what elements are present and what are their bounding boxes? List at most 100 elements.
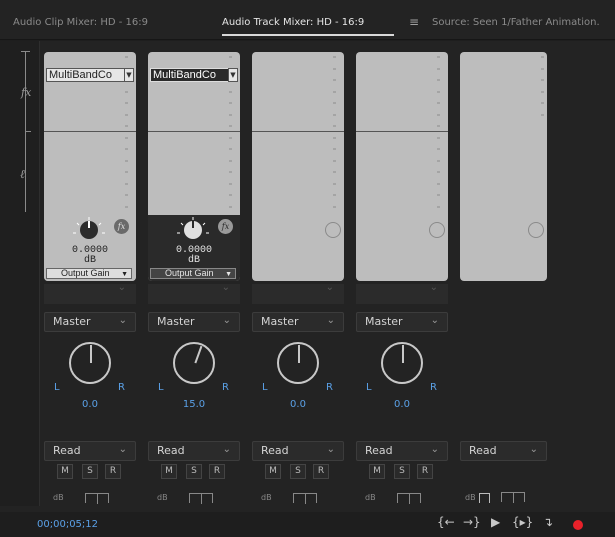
effect-bypass-circle[interactable] xyxy=(325,222,341,238)
bracket-cap xyxy=(21,51,30,52)
automation-label: Read xyxy=(469,444,497,457)
send-assignment[interactable] xyxy=(44,282,136,304)
meter-reset-icon[interactable] xyxy=(479,493,490,503)
send-assignment[interactable] xyxy=(356,282,448,304)
pan-left-label: L xyxy=(158,382,164,393)
meter-icon xyxy=(189,493,213,504)
db-label: dB xyxy=(157,493,168,502)
chevron-down-icon: ⌄ xyxy=(222,444,231,455)
db-label: dB xyxy=(261,493,272,502)
output-label: Master xyxy=(365,315,403,328)
loop-icon[interactable]: ↴ xyxy=(543,515,553,529)
mute-button[interactable]: M xyxy=(265,464,281,479)
parameter-select[interactable]: Output Gain xyxy=(150,268,236,279)
insert-slots xyxy=(460,52,547,121)
output-select[interactable]: Master ⌄ xyxy=(44,312,136,332)
chevron-down-icon: ⌄ xyxy=(529,444,538,455)
output-select[interactable]: Master ⌄ xyxy=(356,312,448,332)
pan-value[interactable]: 0.0 xyxy=(44,399,136,410)
automation-label: Read xyxy=(53,444,81,457)
pan-left-label: L xyxy=(54,382,60,393)
effects-insert-panel xyxy=(460,52,547,281)
chevron-down-icon: ⌄ xyxy=(326,444,335,455)
fx-bypass-icon[interactable]: fx xyxy=(114,219,129,234)
effect-parameter-knob[interactable] xyxy=(80,221,98,239)
record-enable-button[interactable]: R xyxy=(209,464,225,479)
chevron-down-icon[interactable]: ▼ xyxy=(124,68,134,82)
play-icon[interactable]: ▶ xyxy=(491,515,500,529)
pan-pointer xyxy=(402,345,404,363)
pan-knob[interactable] xyxy=(277,342,319,384)
solo-button[interactable]: S xyxy=(186,464,202,479)
insert-send-divider xyxy=(44,131,136,132)
pan-knob[interactable] xyxy=(69,342,111,384)
solo-button[interactable]: S xyxy=(82,464,98,479)
db-label: dB xyxy=(365,493,376,502)
effect-parameter-knob[interactable] xyxy=(184,221,202,239)
solo-button[interactable]: S xyxy=(290,464,306,479)
send-assignment[interactable] xyxy=(148,282,240,304)
automation-label: Read xyxy=(157,444,185,457)
record-enable-button[interactable]: R xyxy=(417,464,433,479)
record-enable-button[interactable]: R xyxy=(105,464,121,479)
chevron-down-icon: ⌄ xyxy=(430,444,439,455)
effects-insert-panel xyxy=(252,52,344,281)
timecode-display[interactable]: 00;00;05;12 xyxy=(37,519,98,530)
automation-mode-select[interactable]: Read ⌄ xyxy=(148,441,240,461)
effects-insert-panel xyxy=(356,52,448,281)
output-select[interactable]: Master ⌄ xyxy=(148,312,240,332)
effect-slot[interactable]: MultiBandCo xyxy=(46,68,126,82)
insert-send-divider xyxy=(356,131,448,132)
fx-icon: fx xyxy=(21,86,32,99)
sends-icon: ℓ xyxy=(20,167,25,181)
solo-button[interactable]: S xyxy=(394,464,410,479)
output-select[interactable]: Master ⌄ xyxy=(252,312,344,332)
automation-mode-select[interactable]: Read ⌄ xyxy=(460,441,547,461)
effect-bypass-circle[interactable] xyxy=(528,222,544,238)
tab-source[interactable]: Source: Seen 1/Father Animation. xyxy=(432,17,600,28)
mute-button[interactable]: M xyxy=(57,464,73,479)
record-enable-button[interactable]: R xyxy=(313,464,329,479)
automation-mode-select[interactable]: Read ⌄ xyxy=(356,441,448,461)
meter-icon xyxy=(397,493,421,504)
effect-slot[interactable]: MultiBandCo xyxy=(150,68,230,82)
go-to-out-icon[interactable]: →} xyxy=(463,515,481,529)
effects-insert-panel: MultiBandCo ▼ fx 0.0000 dB Output Gain xyxy=(148,52,240,281)
pan-value[interactable]: 0.0 xyxy=(356,399,448,410)
pan-knob[interactable] xyxy=(173,342,215,384)
pan-value[interactable]: 15.0 xyxy=(148,399,240,410)
db-label: dB xyxy=(53,493,64,502)
meter-icon xyxy=(293,493,317,504)
tab-audio-track-mixer[interactable]: Audio Track Mixer: HD - 16:9 xyxy=(222,17,364,28)
fx-bypass-icon[interactable]: fx xyxy=(218,219,233,234)
record-icon[interactable] xyxy=(573,520,583,530)
panel-tab-bar: Audio Clip Mixer: HD - 16:9 Audio Track … xyxy=(0,0,615,40)
pan-right-label: R xyxy=(118,382,125,393)
pan-knob[interactable] xyxy=(381,342,423,384)
insert-slots xyxy=(356,52,448,213)
output-label: Master xyxy=(53,315,91,328)
go-to-in-icon[interactable]: {← xyxy=(437,515,455,529)
pan-right-label: R xyxy=(430,382,437,393)
chevron-down-icon: ⌄ xyxy=(326,315,335,326)
automation-mode-select[interactable]: Read ⌄ xyxy=(252,441,344,461)
send-assignment[interactable] xyxy=(252,282,344,304)
tab-audio-clip-mixer[interactable]: Audio Clip Mixer: HD - 16:9 xyxy=(13,17,148,28)
pan-right-label: R xyxy=(222,382,229,393)
pan-left-label: L xyxy=(262,382,268,393)
play-in-to-out-icon[interactable]: {▸} xyxy=(512,515,533,529)
automation-mode-select[interactable]: Read ⌄ xyxy=(44,441,136,461)
chevron-down-icon: ⌄ xyxy=(430,315,439,326)
effects-insert-panel: MultiBandCo ▼ fx 0.0000 dB Output Gain xyxy=(44,52,136,281)
pan-value[interactable]: 0.0 xyxy=(252,399,344,410)
db-label: dB xyxy=(465,493,476,502)
mute-button[interactable]: M xyxy=(161,464,177,479)
automation-label: Read xyxy=(261,444,289,457)
hamburger-icon[interactable]: ≡ xyxy=(409,15,419,29)
parameter-value: 0.0000 dB xyxy=(175,245,212,266)
mute-button[interactable]: M xyxy=(369,464,385,479)
parameter-select[interactable]: Output Gain xyxy=(46,268,132,279)
effect-bypass-circle[interactable] xyxy=(429,222,445,238)
chevron-down-icon[interactable]: ▼ xyxy=(228,68,238,82)
meter-icon xyxy=(85,493,109,504)
